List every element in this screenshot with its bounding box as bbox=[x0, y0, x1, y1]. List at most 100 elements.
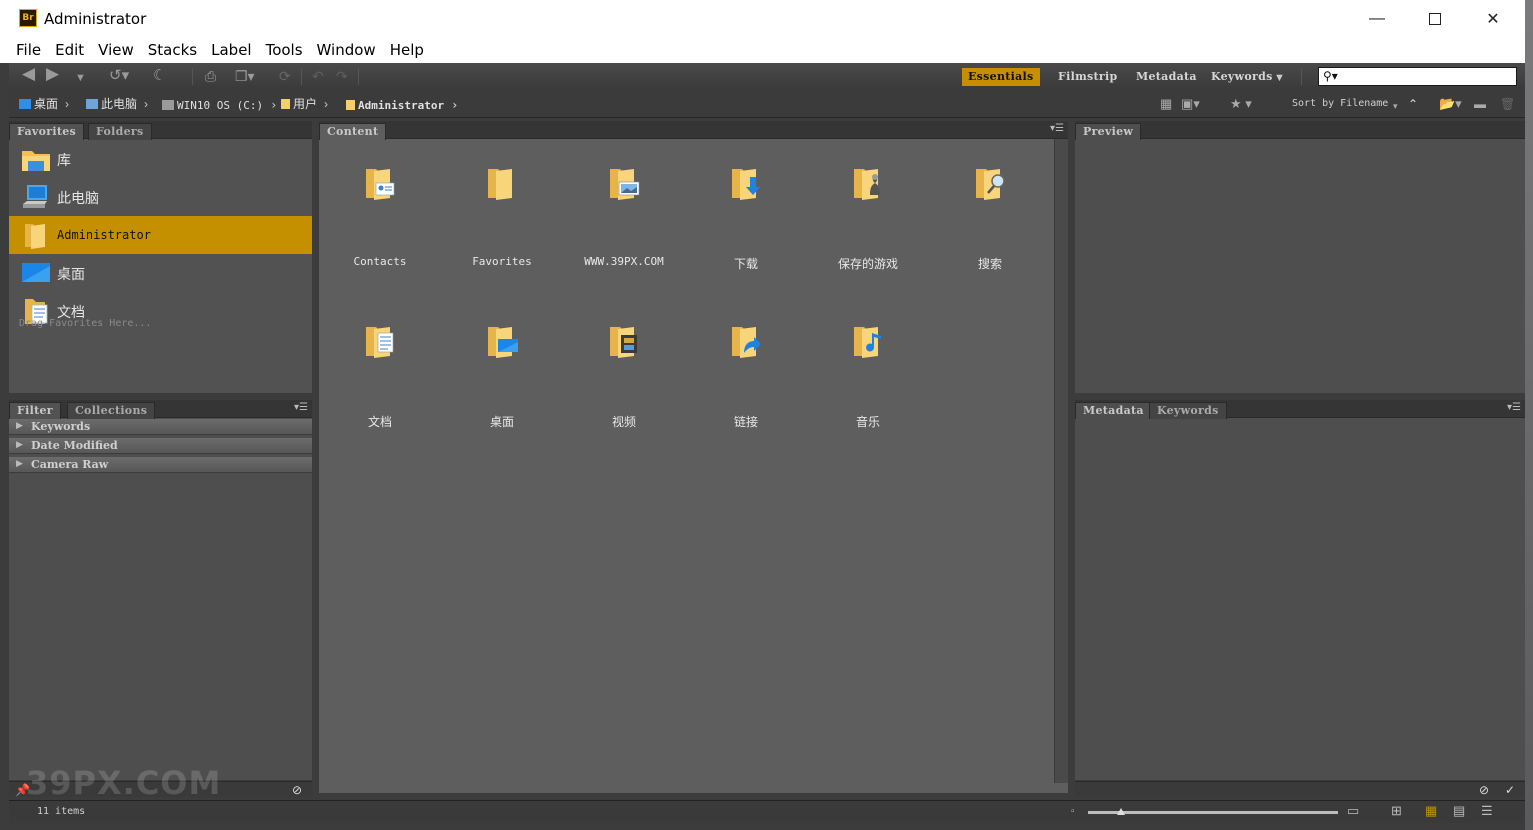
apply-check-icon[interactable]: ✓ bbox=[1505, 782, 1515, 798]
larger-thumbnail-icon[interactable]: ▭ bbox=[1347, 803, 1359, 819]
content-item[interactable]: 音乐 bbox=[807, 307, 929, 447]
content-item-label: 视频 bbox=[611, 415, 636, 429]
metadata-panel: Metadata Keywords ▾☰ bbox=[1075, 400, 1525, 780]
star-filter-icon[interactable]: ★ ▾ bbox=[1230, 96, 1252, 112]
menu-edit[interactable]: Edit bbox=[55, 38, 84, 63]
workspace-essentials[interactable]: Essentials bbox=[962, 68, 1040, 86]
lock-thumbnail-grid-icon[interactable]: ⊞ bbox=[1391, 803, 1402, 819]
cancel-icon[interactable]: ⊘ bbox=[1479, 782, 1489, 798]
toolbar-divider bbox=[301, 68, 302, 85]
favorites-panel-header: Favorites Folders bbox=[9, 121, 312, 140]
metadata-panel-header: Metadata Keywords ▾☰ bbox=[1075, 400, 1525, 419]
new-folder-icon[interactable]: ▬ bbox=[1474, 96, 1486, 112]
close-button[interactable]: ✕ bbox=[1464, 0, 1522, 38]
menu-view[interactable]: View bbox=[98, 38, 134, 63]
content-item[interactable]: 保存的游戏 bbox=[807, 149, 929, 289]
back-arrow-icon[interactable]: ◀ bbox=[22, 65, 35, 82]
menu-help[interactable]: Help bbox=[390, 38, 424, 63]
breadcrumb-this-pc[interactable]: 此电脑 › bbox=[86, 97, 148, 111]
downloads-folder-icon bbox=[732, 169, 760, 200]
smaller-thumbnail-icon[interactable]: ▫ bbox=[1071, 804, 1075, 820]
tab-collections[interactable]: Collections bbox=[67, 402, 156, 419]
preview-panel: Preview bbox=[1075, 121, 1525, 393]
maximize-icon bbox=[1429, 13, 1441, 25]
thumbnail-quality-icon[interactable]: ▦ bbox=[1160, 96, 1172, 112]
content-item-label: 下载 bbox=[733, 257, 758, 271]
content-item-label: 链接 bbox=[733, 415, 758, 429]
breadcrumb-users[interactable]: 用户 › bbox=[281, 97, 328, 111]
minimize-button[interactable]: — bbox=[1348, 0, 1406, 38]
favorite-item-library[interactable]: 库 bbox=[9, 140, 312, 178]
content-panel-header: Content ▾☰ bbox=[319, 121, 1068, 140]
favorites-panel: Favorites Folders 库 此电脑 Administrator 桌面… bbox=[9, 121, 312, 393]
rotate-left-icon[interactable]: ↶ bbox=[312, 68, 324, 84]
search-input[interactable]: ⚲▾ bbox=[1318, 67, 1517, 86]
content-item[interactable]: 搜索 bbox=[929, 149, 1051, 289]
delete-icon[interactable]: 🗑 bbox=[1500, 96, 1515, 112]
view-thumbnails-icon[interactable]: ▦ bbox=[1425, 803, 1437, 819]
thumbnail-size-slider[interactable] bbox=[1088, 808, 1338, 815]
view-details-icon[interactable]: ▤ bbox=[1453, 803, 1465, 819]
favorite-item-desktop[interactable]: 桌面 bbox=[9, 254, 312, 292]
favorites-folder-icon bbox=[488, 169, 512, 200]
rotate-right-icon[interactable]: ↷ bbox=[336, 68, 348, 84]
sort-dropdown[interactable]: Sort by Filename bbox=[1292, 98, 1388, 109]
breadcrumb-drive[interactable]: WIN10 OS (C:) › bbox=[162, 98, 277, 113]
tab-favorites[interactable]: Favorites bbox=[9, 123, 85, 140]
filter-date-modified[interactable]: ▶ Date Modified bbox=[9, 438, 312, 454]
content-item[interactable]: 桌面 bbox=[441, 307, 563, 447]
tab-keywords[interactable]: Keywords bbox=[1149, 402, 1227, 419]
content-scrollbar[interactable] bbox=[1054, 139, 1068, 783]
toolbar: ◀ ▶ ▼ ↺▾ ☾ ⎙ ❐▾ ⟳ ↶ ↷ Essentials Filmstr… bbox=[9, 63, 1525, 90]
content-item[interactable]: WWW.39PX.COM bbox=[563, 149, 685, 289]
forward-arrow-icon[interactable]: ▶ bbox=[46, 65, 59, 82]
camera-import-icon[interactable]: ⎙ bbox=[205, 68, 216, 84]
menu-file[interactable]: File bbox=[16, 38, 41, 63]
content-item[interactable]: 下载 bbox=[685, 149, 807, 289]
maximize-button[interactable] bbox=[1406, 0, 1464, 38]
chevron-right-icon: › bbox=[144, 97, 149, 111]
menu-tools[interactable]: Tools bbox=[266, 38, 303, 63]
go-parent-icon[interactable]: ↺▾ bbox=[109, 68, 129, 84]
workspace-metadata[interactable]: Metadata bbox=[1130, 68, 1203, 86]
breadcrumb-administrator[interactable]: Administrator › bbox=[346, 98, 458, 113]
menu-window[interactable]: Window bbox=[317, 38, 376, 63]
panel-menu-icon[interactable]: ▾☰ bbox=[294, 402, 308, 413]
sort-menu-icon[interactable]: ▾ bbox=[1393, 98, 1398, 114]
workspace-keywords[interactable]: Keywords bbox=[1205, 68, 1279, 86]
reveal-recent-icon[interactable]: ☾ bbox=[153, 68, 166, 84]
history-dropdown-icon[interactable]: ▼ bbox=[75, 70, 86, 86]
open-recent-icon[interactable]: 📂▾ bbox=[1439, 96, 1462, 112]
view-options-icon[interactable]: ▣▾ bbox=[1181, 96, 1200, 112]
panel-menu-icon[interactable]: ▾☰ bbox=[1507, 402, 1521, 413]
sort-ascending-icon[interactable]: ⌃ bbox=[1408, 96, 1418, 112]
favorite-item-this-pc[interactable]: 此电脑 bbox=[9, 178, 312, 216]
content-item[interactable]: 链接 bbox=[685, 307, 807, 447]
workspace-dropdown-icon[interactable]: ▼ bbox=[1274, 70, 1285, 86]
content-item[interactable]: 文档 bbox=[319, 307, 441, 447]
open-in-camera-raw-icon[interactable]: ⟳ bbox=[279, 68, 291, 84]
menu-stacks[interactable]: Stacks bbox=[148, 38, 197, 63]
tab-content[interactable]: Content bbox=[319, 123, 387, 140]
content-item[interactable]: Favorites bbox=[441, 149, 563, 289]
toolbar-divider bbox=[192, 68, 193, 85]
workspace-filmstrip[interactable]: Filmstrip bbox=[1052, 68, 1123, 86]
refine-icon[interactable]: ❐▾ bbox=[235, 68, 255, 84]
content-item[interactable]: 视频 bbox=[563, 307, 685, 447]
view-list-icon[interactable]: ☰ bbox=[1481, 803, 1493, 819]
breadcrumb-desktop[interactable]: 桌面 › bbox=[19, 97, 69, 111]
content-item[interactable]: Contacts bbox=[319, 149, 441, 289]
clear-filter-icon[interactable]: ⊘ bbox=[292, 782, 302, 798]
tab-preview[interactable]: Preview bbox=[1075, 123, 1142, 140]
panel-menu-icon[interactable]: ▾☰ bbox=[1050, 123, 1064, 134]
favorite-item-administrator[interactable]: Administrator bbox=[9, 216, 312, 254]
filter-camera-raw[interactable]: ▶ Camera Raw bbox=[9, 457, 312, 473]
library-folder-icon bbox=[22, 151, 50, 171]
filter-keywords[interactable]: ▶ Keywords bbox=[9, 419, 312, 435]
menu-label[interactable]: Label bbox=[211, 38, 251, 63]
tab-filter[interactable]: Filter bbox=[9, 402, 61, 419]
tab-folders[interactable]: Folders bbox=[88, 123, 152, 140]
chevron-right-icon: › bbox=[270, 98, 278, 112]
slider-handle[interactable] bbox=[1116, 808, 1125, 815]
tab-metadata[interactable]: Metadata bbox=[1075, 402, 1152, 419]
